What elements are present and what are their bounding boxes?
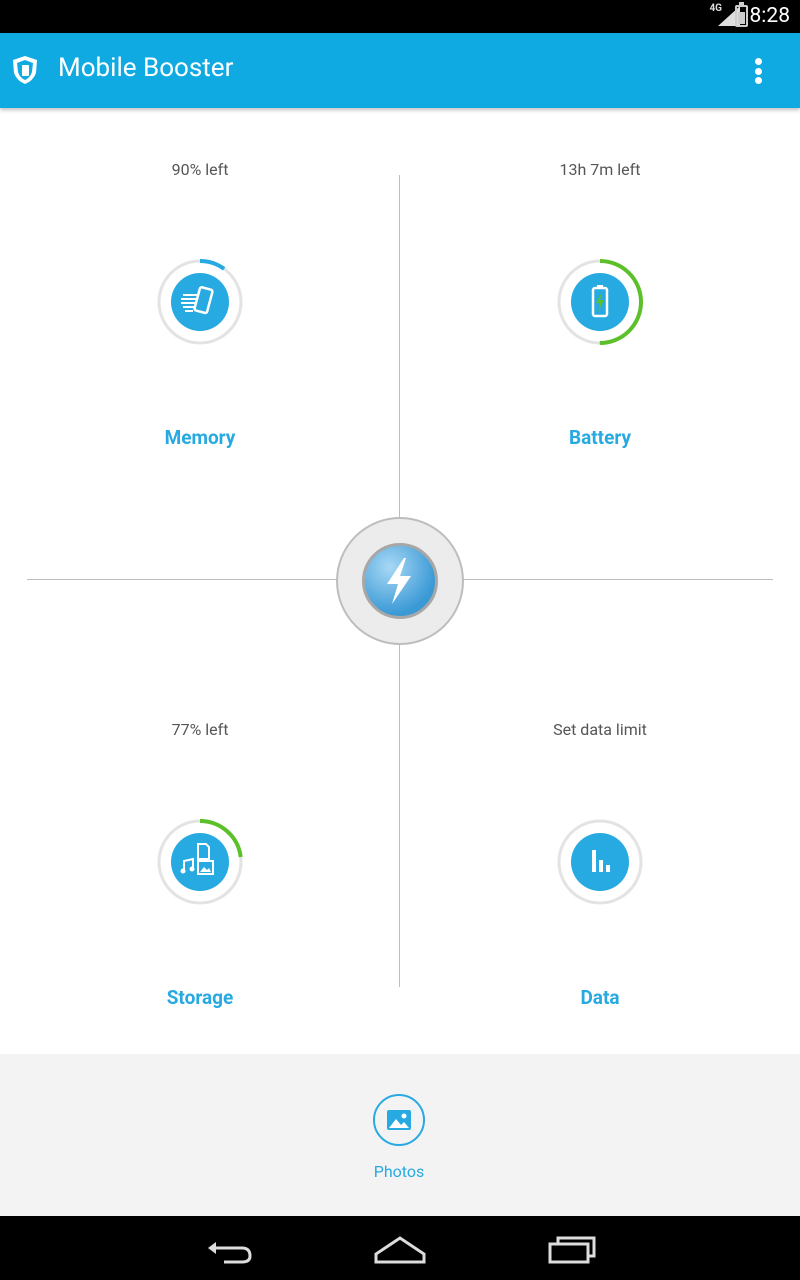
data-label: Data xyxy=(580,986,620,1009)
data-ring xyxy=(556,818,644,906)
status-time: 8:28 xyxy=(749,4,791,28)
app-bar: Mobile Booster xyxy=(0,33,800,108)
battery-charge-icon xyxy=(571,273,629,331)
overflow-menu-icon[interactable] xyxy=(744,55,772,87)
lightning-icon xyxy=(362,543,438,619)
main-dashboard: 90% left Memory 13h 7m left Battery 77% … xyxy=(0,108,800,1054)
bar-chart-icon xyxy=(571,833,629,891)
battery-tile[interactable]: 13h 7m left Battery xyxy=(400,160,800,449)
phone-clean-icon xyxy=(171,273,229,331)
data-status: Set data limit xyxy=(553,720,647,739)
shield-logo-icon xyxy=(13,56,37,84)
photos-label: Photos xyxy=(373,1162,425,1181)
battery-label: Battery xyxy=(568,426,632,449)
memory-tile[interactable]: 90% left Memory xyxy=(0,160,400,449)
storage-status: 77% left xyxy=(171,720,229,739)
status-bar: 4G 8:28 xyxy=(0,0,800,33)
battery-ring xyxy=(556,258,644,346)
storage-tile[interactable]: 77% left Storage xyxy=(0,720,400,1009)
navigation-bar xyxy=(0,1216,800,1280)
data-tile[interactable]: Set data limit Data xyxy=(400,720,800,1009)
battery-icon xyxy=(735,2,748,27)
boost-button[interactable] xyxy=(336,517,464,645)
bottom-panel: Photos xyxy=(0,1054,800,1216)
app-title: Mobile Booster xyxy=(58,53,234,83)
photo-icon xyxy=(373,1094,425,1146)
memory-ring xyxy=(156,258,244,346)
memory-label: Memory xyxy=(164,426,236,449)
recents-icon[interactable] xyxy=(544,1232,600,1268)
files-icon xyxy=(171,833,229,891)
back-icon[interactable] xyxy=(202,1232,258,1268)
storage-label: Storage xyxy=(166,986,234,1009)
home-icon[interactable] xyxy=(372,1232,428,1268)
memory-status: 90% left xyxy=(171,160,229,179)
photos-button[interactable]: Photos xyxy=(359,1094,439,1181)
battery-status: 13h 7m left xyxy=(559,160,641,179)
storage-ring xyxy=(156,818,244,906)
